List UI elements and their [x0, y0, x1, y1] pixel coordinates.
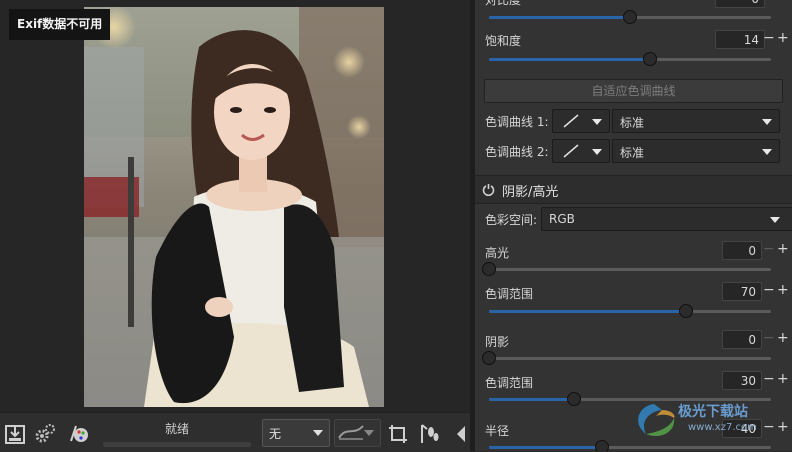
radius-slider-fill: [489, 446, 602, 449]
curve-preset-combo[interactable]: [334, 419, 381, 447]
curve-icon: [338, 425, 364, 440]
highlights-value-field[interactable]: 0: [722, 241, 762, 260]
mode-combo[interactable]: 无: [262, 419, 330, 447]
contrast-slider[interactable]: [489, 10, 771, 24]
status-label: 就绪: [164, 422, 189, 436]
tone-curve-1-mode-combo[interactable]: 标准: [612, 109, 780, 133]
highlights-range-slider-handle[interactable]: [679, 304, 694, 318]
saturation-slider-handle[interactable]: [642, 52, 657, 66]
highlights-range-value-field[interactable]: 70: [722, 282, 762, 301]
shadows-range-value-field[interactable]: 30: [722, 371, 762, 390]
watermark-text: 极光下载站: [678, 404, 748, 420]
color-palette-icon[interactable]: [66, 423, 88, 445]
color-space-combo[interactable]: RGB: [541, 207, 792, 231]
saturation-slider[interactable]: [489, 52, 771, 66]
highlights-slider-handle[interactable]: [482, 262, 496, 276]
chevron-down-icon: [762, 149, 772, 155]
footprints-icon[interactable]: [418, 423, 440, 445]
section-title: 阴影/高光: [502, 185, 559, 200]
watermark-url: www.xz7.com: [688, 422, 757, 433]
shadows-range-slider-handle[interactable]: [566, 392, 581, 406]
shadows-range-label: 色调范围: [485, 376, 534, 390]
saturation-label: 饱和度: [485, 34, 522, 48]
chevron-down-icon: [770, 217, 780, 223]
increment-icon[interactable]: +: [777, 29, 789, 48]
highlights-range-slider[interactable]: [489, 304, 771, 318]
decrement-icon[interactable]: −: [763, 281, 775, 300]
contrast-slider-handle[interactable]: [623, 10, 637, 24]
decrement-icon[interactable]: −: [763, 29, 775, 48]
shadows-slider[interactable]: [482, 351, 771, 365]
chevron-down-icon: [313, 430, 323, 436]
contrast-label: 对比度: [485, 0, 522, 7]
chevron-down-icon: [762, 119, 772, 125]
highlights-range-label: 色调范围: [485, 287, 534, 301]
watermark-logo: 极光下载站 www.xz7.com: [632, 398, 792, 442]
radius-slider[interactable]: [489, 440, 771, 451]
shadows-range-slider-fill: [489, 398, 574, 401]
radius-slider-handle[interactable]: [594, 440, 609, 451]
exif-unavailable-badge: Exif数据不可用: [9, 9, 111, 40]
saturation-slider-fill: [489, 58, 650, 61]
mode-combo-value: 无: [269, 427, 282, 441]
bottom-toolbar: 就绪 无: [0, 412, 470, 452]
increment-icon[interactable]: +: [777, 240, 789, 259]
chevron-down-icon: [364, 430, 374, 436]
gears-icon[interactable]: [34, 423, 56, 445]
increment-icon[interactable]: +: [777, 370, 789, 389]
decrement-icon[interactable]: −: [763, 329, 775, 348]
tone-curve-1-shape-combo[interactable]: [552, 109, 610, 133]
saturation-value-field[interactable]: 14: [715, 30, 765, 49]
shadows-value-field[interactable]: 0: [722, 330, 762, 349]
status-progress-bar: [103, 442, 251, 447]
contrast-value-field[interactable]: 0: [715, 0, 765, 8]
preview-photo: [84, 7, 384, 407]
decrement-icon[interactable]: −: [763, 240, 775, 259]
tone-curve-2-shape-combo[interactable]: [552, 139, 610, 163]
shadows-slider-handle[interactable]: [482, 351, 496, 365]
linear-curve-icon: [563, 114, 579, 128]
tone-curve-2-label: 色调曲线 2:: [485, 145, 549, 159]
tone-curve-2-mode-combo[interactable]: 标准: [612, 139, 780, 163]
linear-curve-icon: [563, 144, 579, 158]
shadows-label: 阴影: [485, 335, 510, 349]
increment-icon[interactable]: +: [777, 329, 789, 348]
image-preview-area[interactable]: Exif数据不可用: [0, 0, 470, 412]
color-space-label: 色彩空间:: [485, 213, 538, 227]
save-icon[interactable]: [4, 423, 26, 445]
chevron-down-icon: [592, 149, 602, 155]
highlights-range-slider-fill: [489, 310, 687, 313]
highlights-label: 高光: [485, 246, 510, 260]
tone-curve-1-label: 色调曲线 1:: [485, 115, 549, 129]
increment-icon[interactable]: +: [777, 281, 789, 300]
decrement-icon[interactable]: −: [763, 370, 775, 389]
shadows-highlights-header[interactable]: 阴影/高光: [475, 175, 792, 204]
chevron-down-icon: [592, 119, 602, 125]
tool-panel: 对比度 0 饱和度 14 − + 自适应色调曲线 色调曲线 1: 标准 色调曲线…: [475, 0, 792, 451]
highlights-slider[interactable]: [482, 262, 771, 276]
crop-icon[interactable]: [387, 423, 409, 445]
power-icon[interactable]: [482, 183, 495, 196]
auto-tone-curve-button[interactable]: 自适应色调曲线: [484, 79, 783, 103]
radius-label: 半径: [485, 424, 510, 438]
